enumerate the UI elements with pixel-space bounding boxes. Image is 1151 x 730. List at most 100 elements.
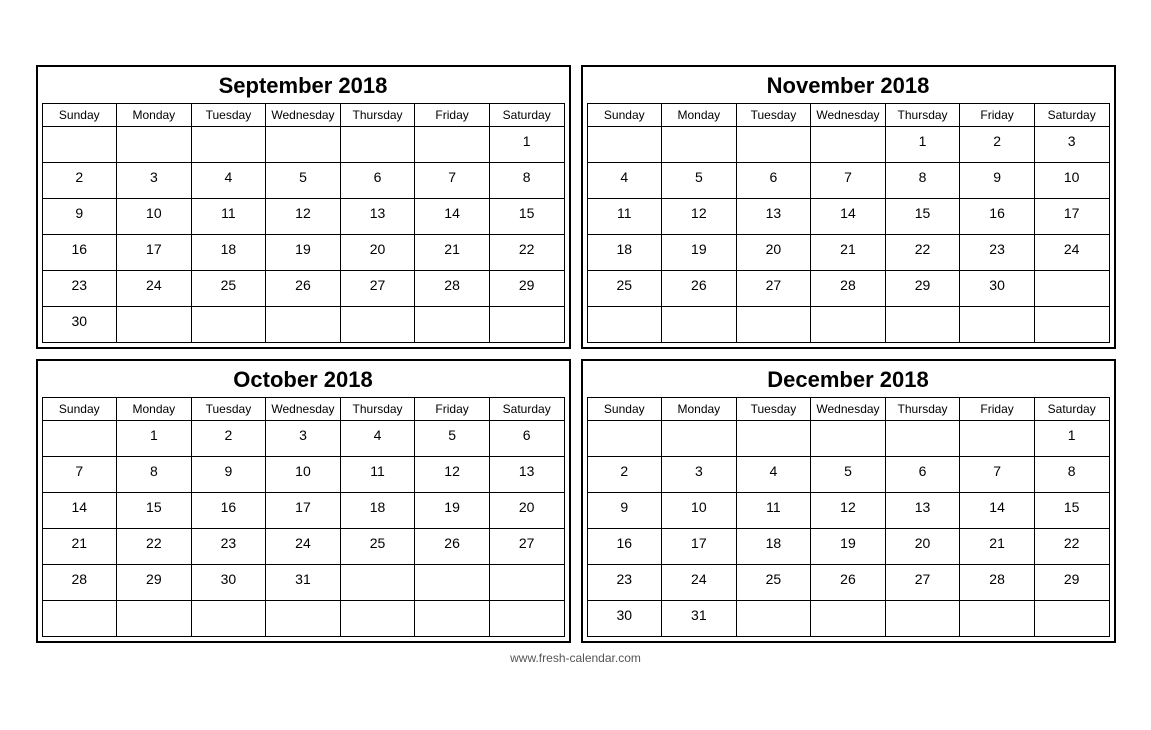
table-cell: 28 [811, 271, 886, 307]
day-header: Thursday [885, 398, 960, 421]
table-cell: 12 [662, 199, 737, 235]
day-header: Tuesday [736, 104, 811, 127]
table-cell: 21 [415, 235, 490, 271]
table-cell: 7 [811, 163, 886, 199]
table-row: 1 [587, 421, 1109, 457]
table-cell: 25 [340, 529, 415, 565]
table-cell: 20 [340, 235, 415, 271]
calendars-grid: September 2018SundayMondayTuesdayWednesd… [36, 65, 1116, 643]
table-cell [1034, 601, 1109, 637]
table-row: 11121314151617 [587, 199, 1109, 235]
table-cell: 23 [191, 529, 266, 565]
table-cell: 29 [1034, 565, 1109, 601]
day-header: Friday [415, 104, 490, 127]
table-cell [662, 421, 737, 457]
table-cell [811, 601, 886, 637]
day-header: Thursday [340, 398, 415, 421]
table-cell: 25 [587, 271, 662, 307]
table-cell: 28 [415, 271, 490, 307]
table-cell: 30 [42, 307, 117, 343]
table-row: 28293031 [42, 565, 564, 601]
table-cell: 12 [266, 199, 341, 235]
table-cell: 13 [340, 199, 415, 235]
cal-table-dec2018: SundayMondayTuesdayWednesdayThursdayFrid… [587, 397, 1110, 637]
table-cell: 6 [489, 421, 564, 457]
table-cell: 15 [117, 493, 192, 529]
table-cell: 27 [885, 565, 960, 601]
table-cell [960, 421, 1035, 457]
calendar-oct2018: October 2018SundayMondayTuesdayWednesday… [36, 359, 571, 643]
cal-title-oct2018: October 2018 [42, 367, 565, 393]
day-header: Wednesday [266, 398, 341, 421]
table-cell: 24 [1034, 235, 1109, 271]
day-header: Sunday [587, 398, 662, 421]
day-header: Sunday [42, 398, 117, 421]
table-cell [489, 565, 564, 601]
table-cell: 1 [117, 421, 192, 457]
day-header: Saturday [489, 398, 564, 421]
table-cell [117, 127, 192, 163]
table-cell [415, 127, 490, 163]
table-cell [489, 601, 564, 637]
table-cell [885, 601, 960, 637]
table-cell: 26 [415, 529, 490, 565]
table-cell: 10 [266, 457, 341, 493]
table-row: 23242526272829 [42, 271, 564, 307]
table-cell [340, 601, 415, 637]
table-cell: 18 [736, 529, 811, 565]
table-cell: 3 [1034, 127, 1109, 163]
table-cell [662, 127, 737, 163]
table-cell [117, 307, 192, 343]
table-cell [885, 307, 960, 343]
table-cell: 11 [340, 457, 415, 493]
table-cell: 27 [736, 271, 811, 307]
page-wrapper: September 2018SundayMondayTuesdayWednesd… [26, 55, 1126, 675]
day-header: Tuesday [736, 398, 811, 421]
table-cell: 14 [960, 493, 1035, 529]
table-cell: 2 [960, 127, 1035, 163]
table-cell: 15 [1034, 493, 1109, 529]
table-cell: 8 [489, 163, 564, 199]
table-cell: 3 [266, 421, 341, 457]
table-row: 16171819202122 [42, 235, 564, 271]
calendar-sep2018: September 2018 SundayMondayTuesdayWednesd… [36, 65, 571, 349]
table-cell [736, 601, 811, 637]
table-cell: 9 [587, 493, 662, 529]
table-cell [340, 565, 415, 601]
table-cell [266, 307, 341, 343]
cal-title-sep2018: September 2018 [42, 73, 565, 99]
table-row [42, 601, 564, 637]
table-cell: 13 [885, 493, 960, 529]
table-cell: 7 [415, 163, 490, 199]
table-cell: 30 [960, 271, 1035, 307]
day-header: Saturday [1034, 104, 1109, 127]
table-row: 23242526272829 [587, 565, 1109, 601]
table-row: 21222324252627 [42, 529, 564, 565]
calendar-dec2018: December 2018SundayMondayTuesdayWednesda… [581, 359, 1116, 643]
table-cell: 30 [587, 601, 662, 637]
table-cell: 4 [191, 163, 266, 199]
table-cell: 6 [885, 457, 960, 493]
cal-table-sep2018: SundayMondayTuesdayWednesdayThursdayFrid… [42, 103, 565, 343]
table-cell: 24 [662, 565, 737, 601]
table-cell [42, 601, 117, 637]
table-cell [960, 601, 1035, 637]
table-cell [1034, 307, 1109, 343]
table-cell: 26 [662, 271, 737, 307]
day-header: Wednesday [811, 398, 886, 421]
table-cell [885, 421, 960, 457]
table-cell: 1 [1034, 421, 1109, 457]
table-cell: 9 [960, 163, 1035, 199]
table-cell: 7 [42, 457, 117, 493]
day-header: Friday [960, 104, 1035, 127]
day-header: Monday [662, 398, 737, 421]
table-cell [587, 421, 662, 457]
table-cell: 18 [340, 493, 415, 529]
table-cell: 22 [117, 529, 192, 565]
day-header: Wednesday [266, 104, 341, 127]
day-header: Saturday [489, 104, 564, 127]
table-cell [736, 307, 811, 343]
table-cell: 28 [960, 565, 1035, 601]
table-cell: 17 [662, 529, 737, 565]
table-cell: 8 [117, 457, 192, 493]
